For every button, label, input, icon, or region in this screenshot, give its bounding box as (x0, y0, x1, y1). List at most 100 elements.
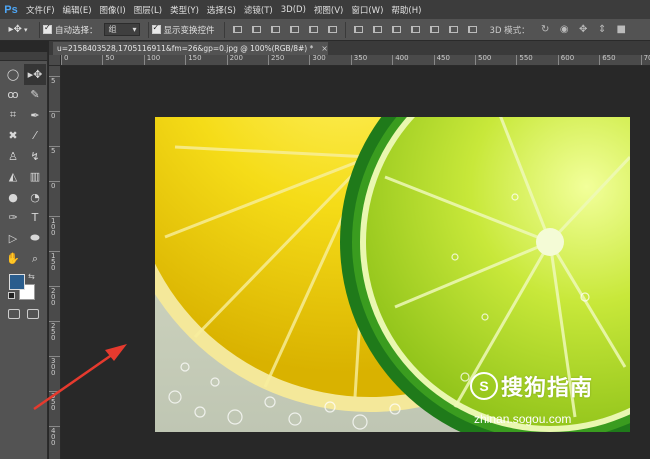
clone-stamp-tool-icon[interactable]: ♙ (2, 146, 24, 167)
distribute-bottom-icon[interactable] (390, 24, 403, 36)
ruler-tick-label: 400 (51, 427, 56, 447)
tool-preset-picker[interactable]: ▸✥ ▾ (0, 21, 36, 39)
menu-type[interactable]: 类型(Y) (166, 4, 203, 16)
menu-select[interactable]: 选择(S) (203, 4, 240, 16)
show-transform-checkbox[interactable] (151, 23, 161, 34)
ruler-tick-label: 100 (51, 217, 56, 237)
marquee-tool-icon[interactable]: ◯ (2, 64, 24, 85)
menu-image[interactable]: 图像(I) (96, 4, 130, 16)
align-vcenter-icon[interactable] (250, 24, 263, 36)
eyedropper-tool-icon[interactable]: ✒ (24, 105, 46, 126)
history-brush-tool-icon[interactable]: ↯ (24, 146, 46, 167)
distribute-right-icon[interactable] (447, 24, 460, 36)
ruler-tick: 650 (599, 55, 616, 65)
roll-3d-icon[interactable]: ◉ (558, 24, 571, 36)
document-tab[interactable]: u=2158403528,1705116911&fm=26&gp=0.jpg @… (53, 42, 328, 55)
drag-3d-icon[interactable]: ✥ (577, 24, 590, 36)
menu-bar: Ps 文件(F) 编辑(E) 图像(I) 图层(L) 类型(Y) 选择(S) 滤… (0, 0, 650, 19)
menu-3d[interactable]: 3D(D) (277, 5, 310, 15)
align-right-icon[interactable] (326, 24, 339, 36)
ruler-tick: 0 (49, 111, 60, 120)
ruler-tick-label: 300 (312, 55, 326, 62)
swap-colors-icon[interactable]: ⇆ (28, 272, 35, 281)
slide-3d-icon[interactable]: ⇕ (596, 24, 609, 36)
close-icon[interactable]: × (321, 44, 328, 53)
shape-tool-icon[interactable]: ⬬ (24, 228, 46, 249)
ruler-tick: 350 (49, 391, 60, 412)
quick-mask-icon[interactable] (7, 309, 20, 319)
type-tool-icon[interactable]: T (24, 208, 46, 229)
tools-panel: ◯ ▸✥ ꝏ ✎ ⌗ ✒ ✖ ⁄ ♙ ↯ ◭ ▥ ● ◔ ✑ T ▷ ⬬ ✋ ⌕… (0, 52, 48, 459)
ruler-tick-label: 50 (105, 55, 115, 62)
ruler-origin[interactable] (49, 55, 61, 66)
menu-file[interactable]: 文件(F) (22, 4, 59, 16)
ruler-tick: 300 (49, 356, 60, 377)
align-left-icon[interactable] (288, 24, 301, 36)
zoom-tool-icon[interactable]: ⌕ (24, 249, 46, 270)
healing-brush-tool-icon[interactable]: ✖ (2, 126, 24, 147)
eraser-tool-icon[interactable]: ◭ (2, 167, 24, 188)
watermark-url: zhinan.sogou.com (474, 412, 572, 426)
distribute-hcenter-icon[interactable] (428, 24, 441, 36)
ruler-tick-label: 300 (51, 357, 56, 377)
menu-window[interactable]: 窗口(W) (347, 4, 387, 16)
separator (39, 21, 40, 38)
brush-tool-icon[interactable]: ⁄ (24, 126, 46, 147)
blur-tool-icon[interactable]: ● (2, 187, 24, 208)
auto-select-dropdown[interactable]: 组 ▾ (103, 23, 140, 36)
distribute-top-icon[interactable] (352, 24, 365, 36)
hand-tool-icon[interactable]: ✋ (2, 249, 24, 270)
ruler-tick-label: 600 (560, 55, 575, 62)
vertical-ruler[interactable]: 5 0 5 0 100 150 200 250 300 350 400 (49, 66, 61, 459)
chevron-down-icon: ▾ (23, 25, 28, 34)
ruler-tick-label: 250 (51, 322, 56, 342)
orbit-3d-icon[interactable]: ↻ (539, 24, 552, 36)
foreground-color-swatch[interactable] (9, 274, 25, 290)
gradient-tool-icon[interactable]: ▥ (24, 167, 46, 188)
screen-mode-icon[interactable] (27, 309, 40, 319)
ruler-tick: 100 (143, 55, 160, 65)
menu-filter[interactable]: 滤镜(T) (240, 4, 277, 16)
move-tool-icon[interactable]: ▸✥ (24, 64, 46, 85)
separator (147, 21, 149, 38)
color-swatches: ⇆ (0, 271, 47, 305)
align-bottom-icon[interactable] (269, 24, 282, 36)
distribute-left-icon[interactable] (409, 24, 422, 36)
document-tab-title: u=2158403528,1705116911&fm=26&gp=0.jpg @… (57, 44, 314, 53)
menu-help[interactable]: 帮助(H) (387, 4, 425, 16)
ruler-tick-label: 0 (64, 55, 69, 62)
lasso-tool-icon[interactable]: ꝏ (2, 85, 24, 106)
default-colors-icon[interactable] (8, 292, 15, 299)
menu-layer[interactable]: 图层(L) (130, 4, 166, 16)
auto-align-icon[interactable] (466, 24, 479, 36)
menu-edit[interactable]: 编辑(E) (59, 4, 96, 16)
align-hcenter-icon[interactable] (307, 24, 320, 36)
ruler-tick: 250 (49, 321, 60, 342)
dodge-tool-icon[interactable]: ◔ (24, 187, 46, 208)
ruler-tick: 5 (49, 146, 60, 155)
ruler-tick: 0 (49, 181, 60, 190)
distribute-vcenter-icon[interactable] (371, 24, 384, 36)
camera-3d-icon[interactable]: ■ (615, 24, 628, 36)
ruler-tick-label: 200 (229, 55, 243, 62)
tools-panel-header[interactable] (0, 52, 47, 61)
menu-view[interactable]: 视图(V) (310, 4, 347, 16)
watermark-title: 搜狗指南 (501, 376, 594, 401)
ruler-tick: 5 (49, 76, 60, 85)
ruler-tick: 400 (49, 426, 60, 447)
ruler-tick-label: 400 (395, 55, 409, 62)
ruler-tick-label: 350 (353, 55, 368, 62)
ruler-tick-label: 150 (51, 252, 56, 272)
ruler-tick: 600 (557, 55, 574, 65)
auto-select-checkbox[interactable] (43, 23, 52, 34)
horizontal-ruler[interactable]: 0 50 100 150 200 250 300 350 400 450 500 550 600 650 7… (61, 55, 650, 66)
ruler-tick: 150 (185, 55, 202, 65)
pen-tool-icon[interactable]: ✑ (2, 208, 24, 229)
path-selection-tool-icon[interactable]: ▷ (2, 228, 24, 249)
crop-tool-icon[interactable]: ⌗ (2, 105, 24, 126)
ruler-tick-label: 450 (436, 55, 450, 62)
chevron-down-icon: ▾ (132, 25, 137, 34)
ruler-tick-label: 700 (643, 55, 650, 62)
quick-select-tool-icon[interactable]: ✎ (24, 85, 46, 106)
align-top-icon[interactable] (231, 24, 244, 36)
